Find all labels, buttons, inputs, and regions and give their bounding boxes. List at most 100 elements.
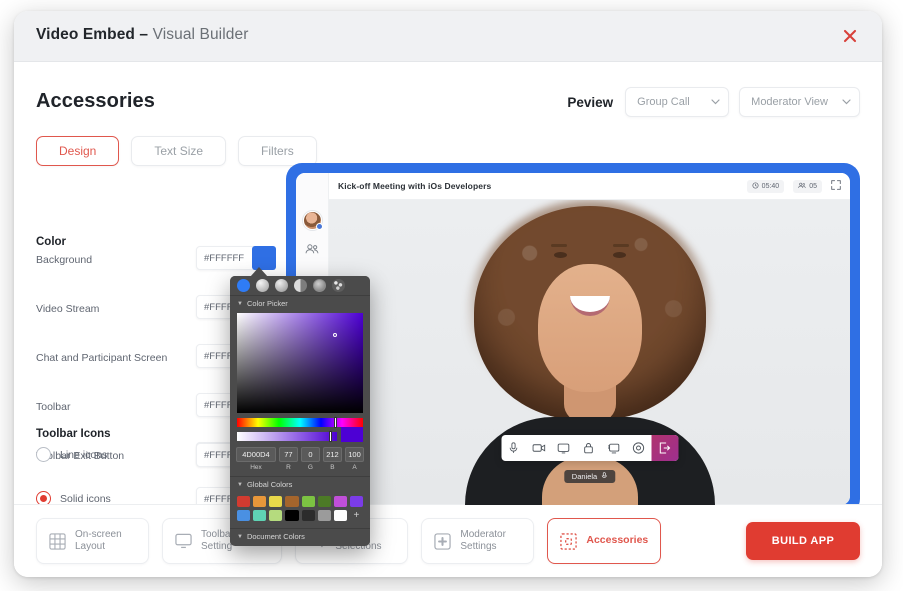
swatch[interactable] xyxy=(269,496,282,507)
lock-icon[interactable] xyxy=(576,435,601,461)
color-wheel-mode-icon[interactable] xyxy=(237,279,250,292)
nav-label-line1: Moderator xyxy=(460,529,506,540)
view-mode-select[interactable]: Moderator View xyxy=(739,87,860,117)
swatch[interactable] xyxy=(269,510,282,521)
swatch[interactable] xyxy=(237,496,250,507)
nametag-mic-icon xyxy=(601,472,607,481)
add-document-color-button[interactable]: + xyxy=(230,544,370,546)
color-value-fields: 4D00D4 Hex 77 R 0 G 212 B 100 A xyxy=(236,447,364,471)
video-call-toolbar xyxy=(501,435,678,461)
color-picker-title: Color Picker xyxy=(247,299,288,308)
visual-builder-window: Video Embed – Visual Builder Accessories… xyxy=(14,11,882,577)
window-title-rest: Visual Builder xyxy=(153,26,249,43)
spray-mode-icon[interactable] xyxy=(332,279,345,292)
video-camera-icon[interactable] xyxy=(526,435,551,461)
build-app-button[interactable]: BUILD APP xyxy=(746,522,860,560)
swatch[interactable] xyxy=(350,496,363,507)
nav-on-screen-layout[interactable]: On-screen Layout xyxy=(36,518,149,564)
disclosure-triangle-icon[interactable]: ▼ xyxy=(237,301,243,307)
red-field[interactable]: 77 R xyxy=(279,447,298,471)
hue-slider-knob[interactable] xyxy=(334,417,337,428)
nav-accessories[interactable]: Accessories xyxy=(547,518,661,564)
swatch[interactable] xyxy=(237,510,250,521)
color-selection-cursor[interactable] xyxy=(333,333,337,337)
blue-field[interactable]: 212 B xyxy=(323,447,342,471)
color-picker-title-row[interactable]: ▼ Color Picker xyxy=(230,296,370,311)
nav-moderator-settings[interactable]: Moderator Settings xyxy=(421,518,534,564)
nav-label-line1: On-screen xyxy=(75,529,122,540)
green-value: 0 xyxy=(301,447,320,462)
avatar[interactable] xyxy=(303,211,322,230)
swatch[interactable] xyxy=(302,510,315,521)
portrait-face xyxy=(538,264,642,392)
alpha-slider-knob[interactable] xyxy=(329,431,332,442)
color-sliders-mode-icon[interactable] xyxy=(256,279,269,292)
avatar-status-badge xyxy=(316,223,323,230)
fullscreen-icon[interactable] xyxy=(831,177,841,195)
swatch[interactable] xyxy=(253,496,266,507)
add-global-color-button[interactable]: + xyxy=(350,510,363,521)
nav-label: Accessories xyxy=(586,534,648,547)
page-title: Accessories xyxy=(36,90,155,113)
alpha-slider[interactable] xyxy=(237,432,337,441)
radio-line-icons[interactable] xyxy=(36,447,51,462)
swatch[interactable] xyxy=(334,510,347,521)
color-row-background: Background #FFFFFF xyxy=(36,246,278,278)
screen-share-icon[interactable] xyxy=(551,435,576,461)
color-row-label: Background xyxy=(36,254,92,266)
settings-tabs: Design Text Size Filters xyxy=(36,136,317,166)
record-icon[interactable] xyxy=(626,435,651,461)
saturation-value-field[interactable] xyxy=(237,313,363,413)
exit-call-icon[interactable] xyxy=(651,435,678,461)
hex-value: 4D00D4 xyxy=(236,447,276,462)
swatch[interactable] xyxy=(318,510,331,521)
swatch[interactable] xyxy=(302,496,315,507)
document-colors-row[interactable]: ▼ Document Colors xyxy=(230,529,370,544)
microphone-icon[interactable] xyxy=(501,435,526,461)
call-type-select[interactable]: Group Call xyxy=(625,87,729,117)
bottom-navigation: On-screen Layout Toolbar Display Setting xyxy=(14,504,882,577)
hue-slider[interactable] xyxy=(237,418,363,427)
participants-count: 05 xyxy=(809,183,817,190)
swatch[interactable] xyxy=(285,496,298,507)
meeting-title: Kick-off Meeting with iOs Developers xyxy=(338,181,491,191)
nav-label: On-screen Layout xyxy=(75,529,122,554)
global-colors-row[interactable]: ▼ Global Colors xyxy=(230,477,370,492)
alpha-field[interactable]: 100 A xyxy=(345,447,364,471)
green-field[interactable]: 0 G xyxy=(301,447,320,471)
preview-controls: Peview Group Call Moderator View xyxy=(567,87,860,117)
presentation-icon[interactable] xyxy=(601,435,626,461)
pencils-mode-icon[interactable] xyxy=(313,279,326,292)
hex-field[interactable]: 4D00D4 Hex xyxy=(236,447,276,471)
swatch[interactable] xyxy=(318,496,331,507)
portrait-eye-right xyxy=(613,252,626,258)
global-colors-title: Global Colors xyxy=(247,480,292,489)
close-icon[interactable] xyxy=(840,26,860,46)
clock-icon xyxy=(752,182,759,191)
swatch[interactable] xyxy=(253,510,266,521)
participants-icon[interactable] xyxy=(305,242,319,260)
swatch[interactable] xyxy=(334,496,347,507)
image-palettes-mode-icon[interactable] xyxy=(294,279,307,292)
disclosure-triangle-icon[interactable]: ▼ xyxy=(237,482,243,488)
tab-text-size[interactable]: Text Size xyxy=(131,136,226,166)
portrait-brow-left xyxy=(551,244,567,247)
color-row-label: Chat and Participant Screen xyxy=(36,352,167,364)
window-title-dash: – xyxy=(135,26,153,43)
blue-label: B xyxy=(323,464,342,471)
tab-design[interactable]: Design xyxy=(36,136,119,166)
tab-filters[interactable]: Filters xyxy=(238,136,317,166)
color-palettes-mode-icon[interactable] xyxy=(275,279,288,292)
swatch[interactable] xyxy=(285,510,298,521)
grid-layout-icon xyxy=(49,533,66,550)
red-label: R xyxy=(279,464,298,471)
participant-nametag: Daniela xyxy=(564,470,615,483)
video-stage: Daniela xyxy=(329,200,850,505)
chevron-down-icon xyxy=(711,98,720,107)
nav-label-line2: Layout xyxy=(75,541,105,552)
alpha-label: A xyxy=(345,464,364,471)
disclosure-triangle-icon[interactable]: ▼ xyxy=(237,534,243,540)
window-title-bold: Video Embed xyxy=(36,26,135,43)
toolbar-icons-heading: Toolbar Icons xyxy=(36,428,111,440)
window-titlebar: Video Embed – Visual Builder xyxy=(14,11,882,62)
